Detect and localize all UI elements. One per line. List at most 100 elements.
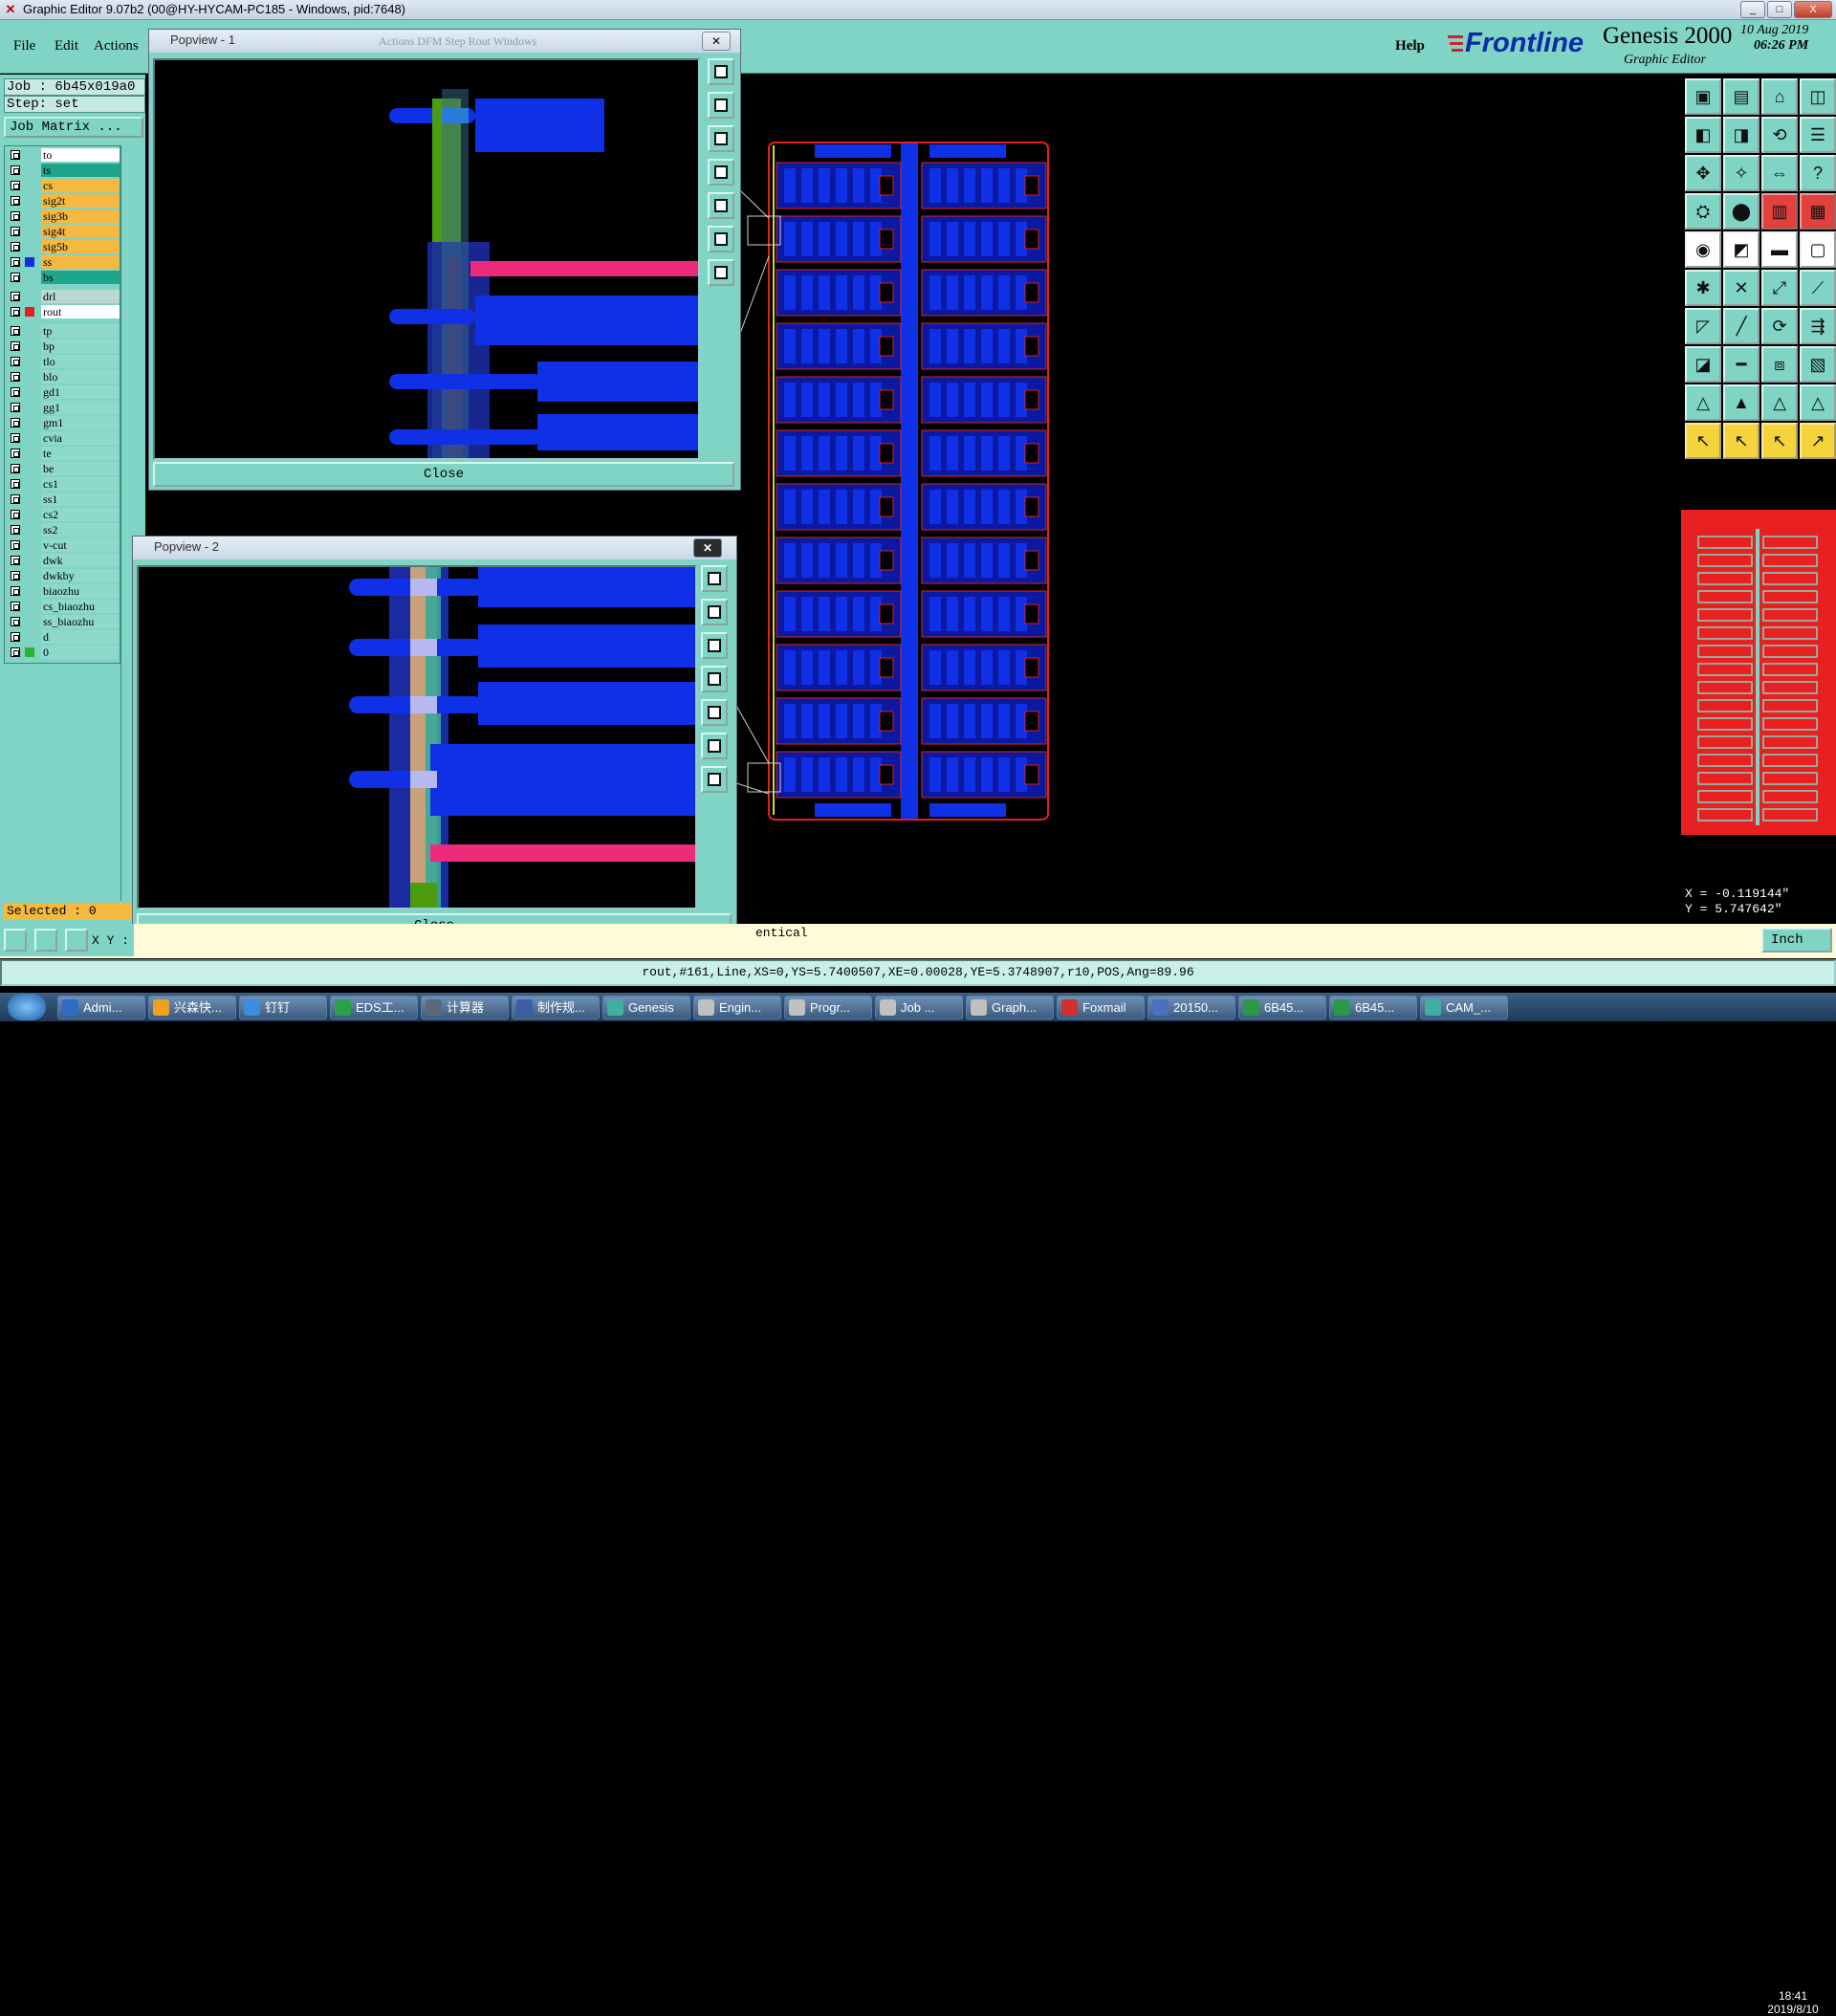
- layer-checkbox[interactable]: [11, 242, 20, 252]
- layer-name[interactable]: tp: [41, 324, 120, 338]
- add-icon[interactable]: ✱: [1685, 270, 1721, 306]
- zoom-in-icon[interactable]: ◧: [1685, 117, 1721, 153]
- layer-checkbox[interactable]: [11, 464, 20, 473]
- layer-checkbox[interactable]: [11, 617, 20, 626]
- layer-row[interactable]: drl: [7, 290, 120, 303]
- layers-icon[interactable]: ▥: [1761, 193, 1798, 230]
- layer-name[interactable]: to: [41, 148, 120, 162]
- layer-checkbox[interactable]: [11, 510, 20, 519]
- units-selector[interactable]: Inch: [1761, 928, 1832, 953]
- layer-row[interactable]: sig2t: [7, 194, 120, 208]
- layer-name[interactable]: be: [41, 462, 120, 475]
- select-icon[interactable]: ◉: [1685, 231, 1721, 268]
- layer-checkbox[interactable]: [11, 273, 20, 282]
- layer-row[interactable]: gd1: [7, 385, 120, 399]
- layer-name[interactable]: biaozhu: [41, 584, 120, 598]
- grid-mode-icon[interactable]: [65, 929, 88, 952]
- netlist-icon[interactable]: ⧈: [1761, 346, 1798, 383]
- layer-row[interactable]: dwkby: [7, 569, 120, 582]
- layer-name[interactable]: gm1: [41, 416, 120, 429]
- layer-name[interactable]: sig2t: [41, 194, 120, 208]
- taskbar-item[interactable]: Graph...: [966, 996, 1054, 1019]
- layer-row[interactable]: ts: [7, 164, 120, 177]
- measure-mode-icon[interactable]: [34, 929, 57, 952]
- layer-row[interactable]: cs_biaozhu: [7, 600, 120, 613]
- layer-checkbox[interactable]: [11, 525, 20, 535]
- layer-name[interactable]: 0: [41, 646, 120, 659]
- shape-icon[interactable]: △: [1800, 384, 1836, 421]
- layer-name[interactable]: cs_biaozhu: [41, 600, 120, 613]
- taskbar-item[interactable]: 兴森快...: [148, 996, 236, 1019]
- layer-checkbox[interactable]: [11, 181, 20, 190]
- taskbar-item[interactable]: Foxmail: [1057, 996, 1145, 1019]
- layer-checkbox[interactable]: [11, 165, 20, 175]
- select-net-icon[interactable]: ↖: [1761, 423, 1798, 459]
- layer-checkbox[interactable]: [11, 556, 20, 565]
- layer-row[interactable]: gm1: [7, 416, 120, 429]
- taskbar-item[interactable]: 20150...: [1148, 996, 1235, 1019]
- layer-name[interactable]: dwkby: [41, 569, 120, 582]
- align-icon[interactable]: ⇶: [1800, 308, 1836, 344]
- layer-checkbox[interactable]: [11, 257, 20, 267]
- system-clock[interactable]: 18:41 2019/8/10: [1758, 1989, 1828, 2016]
- layer-row[interactable]: biaozhu: [7, 584, 120, 598]
- layer-checkbox[interactable]: [11, 211, 20, 221]
- popview-zoom-in-icon[interactable]: [708, 92, 734, 119]
- layer-name[interactable]: gd1: [41, 385, 120, 399]
- taskbar-item[interactable]: Job ...: [875, 996, 963, 1019]
- triangle-icon[interactable]: △: [1685, 384, 1721, 421]
- redo-icon[interactable]: ⟳: [1761, 308, 1798, 344]
- taskbar-item[interactable]: Progr...: [784, 996, 872, 1019]
- layer-checkbox[interactable]: [11, 494, 20, 504]
- layer-name[interactable]: te: [41, 447, 120, 460]
- minimize-button[interactable]: _: [1740, 1, 1765, 18]
- menu-help[interactable]: Help: [1395, 38, 1425, 55]
- popview-zoom-out-icon[interactable]: [708, 125, 734, 152]
- layer-row[interactable]: te: [7, 447, 120, 460]
- layer-checkbox[interactable]: [11, 307, 20, 317]
- select-mode-icon[interactable]: [4, 929, 27, 952]
- layer-checkbox[interactable]: [11, 449, 20, 458]
- layer-row[interactable]: ss2: [7, 523, 120, 537]
- taskbar-item[interactable]: Genesis: [602, 996, 690, 1019]
- menu-file[interactable]: File: [13, 38, 35, 55]
- popview-fit-icon[interactable]: [701, 733, 728, 759]
- popview-zoom-in-icon[interactable]: [701, 599, 728, 625]
- layer-row[interactable]: rout: [7, 305, 120, 318]
- popview-fit-icon[interactable]: [708, 226, 734, 252]
- layer-row[interactable]: blo: [7, 370, 120, 383]
- delete-icon[interactable]: ✕: [1723, 270, 1760, 306]
- layer-name[interactable]: rout: [41, 305, 120, 318]
- windows-icon[interactable]: ◫: [1800, 78, 1836, 115]
- taskbar-item[interactable]: 6B45...: [1238, 996, 1326, 1019]
- layer-name[interactable]: sig4t: [41, 225, 120, 238]
- layer-row[interactable]: gg1: [7, 401, 120, 414]
- layer-checkbox[interactable]: [11, 387, 20, 397]
- taskbar-item[interactable]: 钉钉: [239, 996, 327, 1019]
- measure-icon[interactable]: ⇔: [1761, 155, 1798, 191]
- zoom-out-icon[interactable]: ◨: [1723, 117, 1760, 153]
- fill-icon[interactable]: ▧: [1800, 346, 1836, 383]
- layer-checkbox[interactable]: [11, 571, 20, 581]
- copy-icon[interactable]: ⟋: [1800, 270, 1836, 306]
- layer-name[interactable]: ss2: [41, 523, 120, 537]
- popview-2-canvas[interactable]: [137, 565, 697, 909]
- layer-name[interactable]: ts: [41, 164, 120, 177]
- layer-checkbox[interactable]: [11, 540, 20, 550]
- start-button[interactable]: [8, 994, 46, 1020]
- merge-icon[interactable]: ◪: [1685, 346, 1721, 383]
- layer-row[interactable]: ss_biaozhu: [7, 615, 120, 628]
- undo-icon[interactable]: ⟲: [1761, 117, 1798, 153]
- taskbar-item[interactable]: EDS工...: [330, 996, 418, 1019]
- popview-1-close-button[interactable]: Close: [153, 462, 734, 487]
- arc-icon[interactable]: △: [1761, 384, 1798, 421]
- layer-name[interactable]: tlo: [41, 355, 120, 368]
- layer-checkbox[interactable]: [11, 292, 20, 301]
- layer-checkbox[interactable]: [11, 403, 20, 412]
- taskbar-item[interactable]: CAM_...: [1420, 996, 1508, 1019]
- layer-name[interactable]: sig3b: [41, 209, 120, 223]
- line-icon[interactable]: ▬: [1761, 231, 1798, 268]
- taskbar-item[interactable]: 计算器: [421, 996, 509, 1019]
- layer-name[interactable]: cs2: [41, 508, 120, 521]
- layer-row[interactable]: cs2: [7, 508, 120, 521]
